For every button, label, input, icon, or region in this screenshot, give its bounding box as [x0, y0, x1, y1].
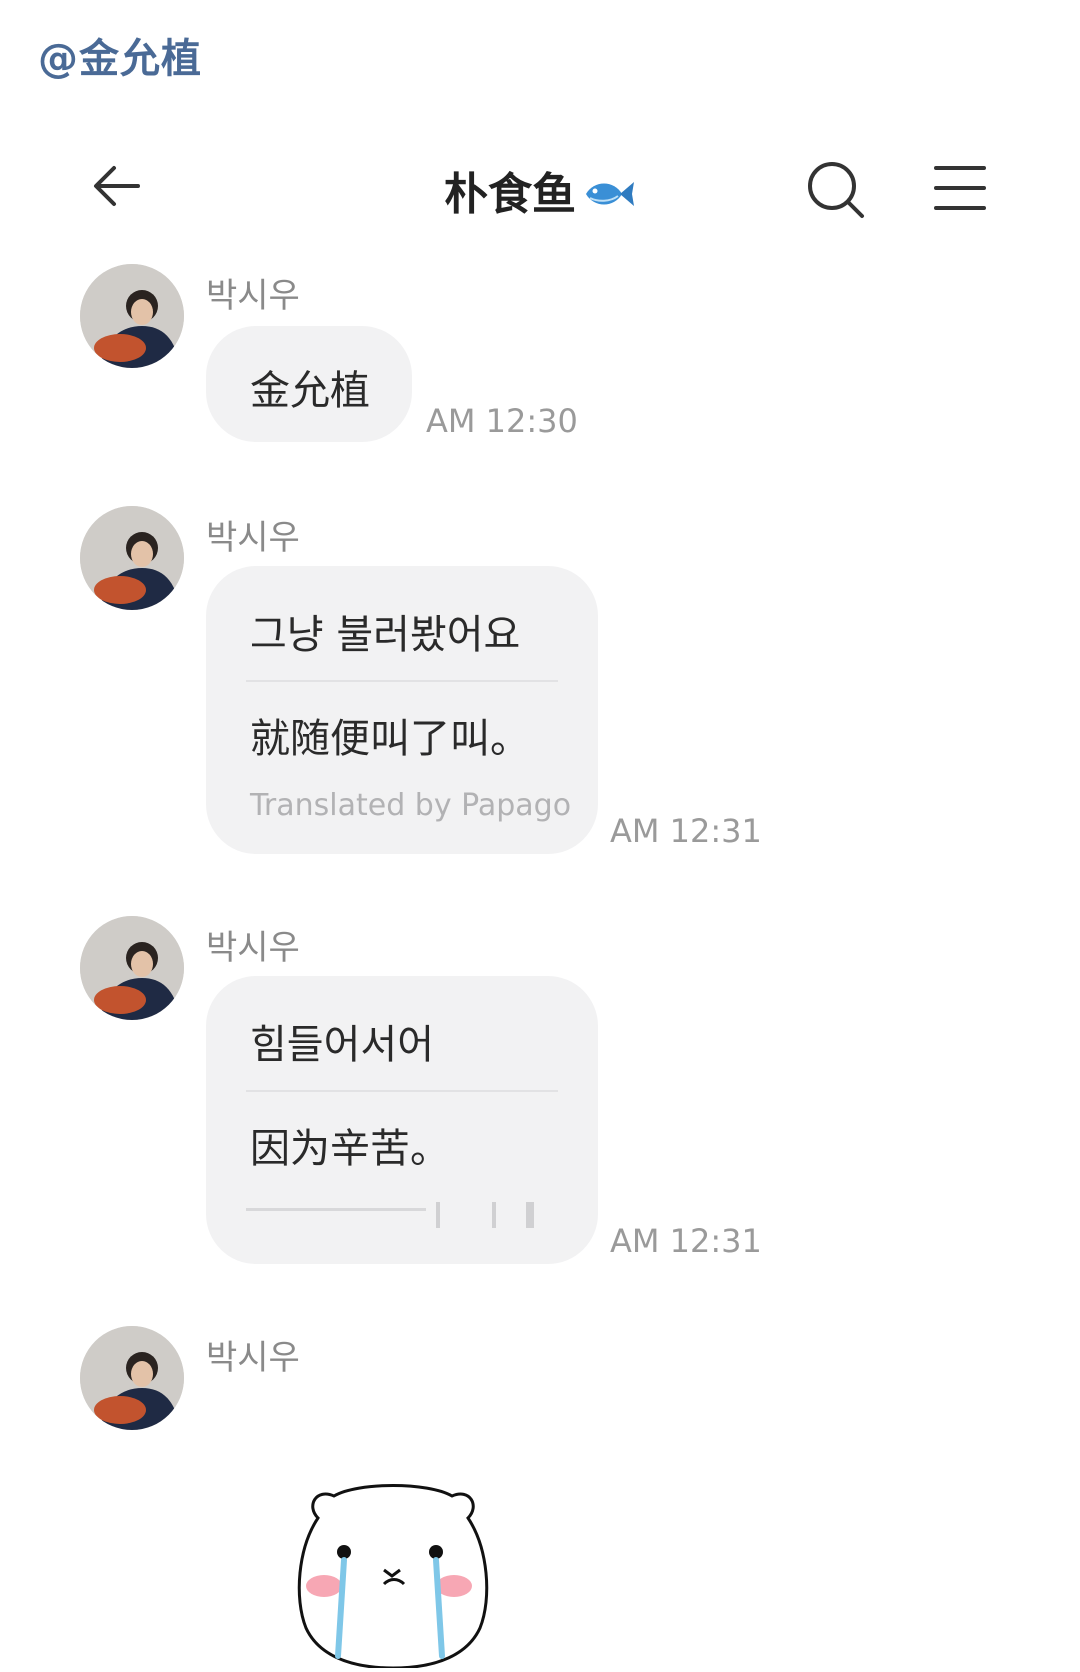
watermark: @金允植 — [38, 36, 202, 82]
chat-title: 朴食鱼 — [444, 169, 576, 220]
message-bubble[interactable]: 힘들어서어 因为辛苦。 — [206, 976, 598, 1264]
search-icon — [808, 162, 864, 218]
message-bubble[interactable]: 그냥 불러봤어요 就随便叫了叫。 Translated by Papago — [206, 566, 598, 854]
translation-divider — [246, 680, 558, 682]
crying-bear-sticker[interactable] — [288, 1478, 498, 1670]
message-text: 힘들어서어 — [250, 1022, 434, 1068]
translation-text: 因为辛苦。 — [250, 1126, 450, 1172]
message-time: AM 12:31 — [610, 812, 762, 850]
sender-name: 박시우 — [206, 276, 300, 316]
menu-button[interactable] — [932, 160, 988, 216]
sender-name: 박시우 — [206, 928, 300, 968]
translation-text: 就随便叫了叫。 — [250, 716, 530, 762]
translation-loading-indicator — [246, 1202, 534, 1228]
avatar[interactable] — [80, 916, 184, 1020]
fish-icon — [580, 172, 636, 223]
hamburger-menu-icon — [934, 166, 986, 210]
translation-divider — [246, 1090, 558, 1092]
message-text: 그냥 불러봤어요 — [250, 612, 521, 658]
message-text: 金允植 — [250, 368, 370, 414]
avatar[interactable] — [80, 1326, 184, 1430]
sender-name: 박시우 — [206, 518, 300, 558]
avatar[interactable] — [80, 506, 184, 610]
avatar[interactable] — [80, 264, 184, 368]
chat-header: 朴食鱼 — [0, 140, 1080, 232]
message-item: 박시우 그냥 불러봤어요 就随便叫了叫。 Translated by Papag… — [0, 506, 1080, 856]
translation-credit: Translated by Papago — [250, 788, 572, 823]
chat-title-wrap: 朴食鱼 — [0, 158, 1080, 223]
message-item: 박시우 — [0, 1326, 1080, 1446]
message-item: 박시우 힘들어서어 因为辛苦。 AM 12:31 — [0, 916, 1080, 1266]
message-bubble[interactable]: 金允植 — [206, 326, 412, 442]
message-item: 박시우 金允植 AM 12:30 — [0, 264, 1080, 444]
message-time: AM 12:31 — [610, 1222, 762, 1260]
message-time: AM 12:30 — [426, 402, 578, 440]
search-button[interactable] — [804, 158, 868, 222]
sender-name: 박시우 — [206, 1338, 300, 1378]
